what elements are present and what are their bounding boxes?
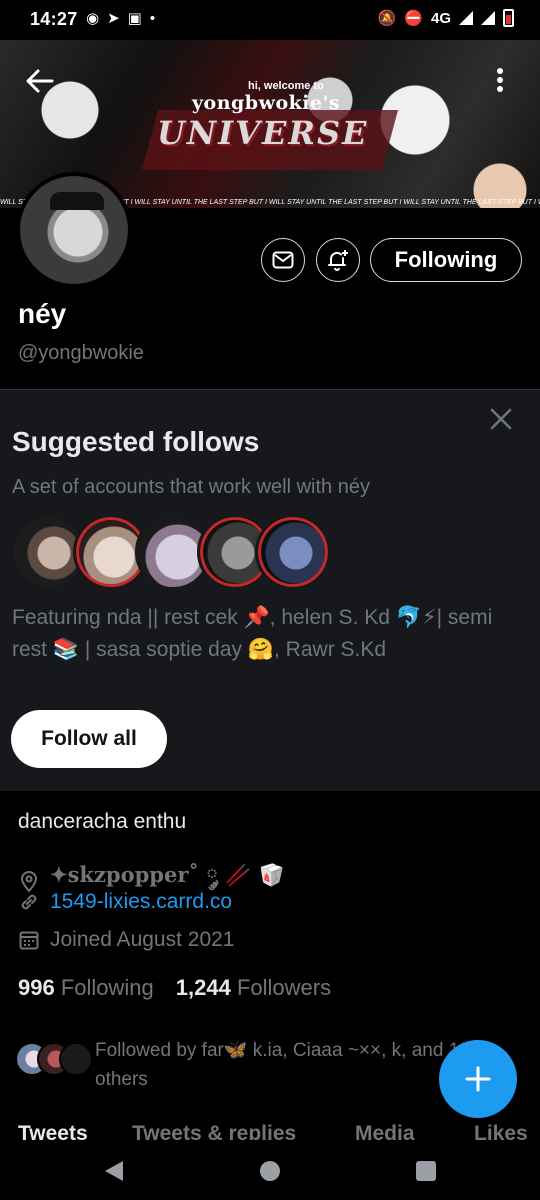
profile-bio: danceracha enthu: [18, 810, 187, 833]
dot-icon: •: [149, 9, 156, 27]
follow-all-button[interactable]: Follow all: [11, 710, 167, 768]
display-name: néy: [18, 298, 67, 329]
status-time: 14:27: [30, 9, 78, 29]
notifications-button[interactable]: [316, 238, 360, 282]
link-icon: [18, 891, 40, 913]
followers-count: 1,244: [175, 975, 231, 1000]
profile-joined: Joined August 2021: [18, 928, 235, 952]
following-label: Following: [60, 975, 154, 1000]
triangle-back-icon: [105, 1161, 123, 1181]
profile-avatar[interactable]: [16, 172, 132, 288]
whatsapp-icon: ◉: [86, 10, 100, 27]
following-count: 996: [18, 975, 55, 1000]
signal-icon-2: [481, 11, 495, 25]
more-vertical-icon: [497, 68, 503, 92]
status-notification-icons: ◉ ➤ ▣ •: [86, 9, 156, 28]
status-bar: 14:27 ◉ ➤ ▣ • 🔕 ⛔ 4G: [0, 0, 540, 40]
signal-icon: [459, 11, 473, 25]
circle-home-icon: [260, 1161, 280, 1181]
network-type: 4G: [430, 9, 451, 27]
more-options-button[interactable]: [480, 60, 520, 100]
status-system-icons: 🔕 ⛔ 4G: [378, 9, 514, 27]
compose-tweet-button[interactable]: [439, 1040, 517, 1118]
mute-icon: 🔕: [377, 10, 397, 27]
close-icon: [490, 408, 512, 430]
shopping-bag-icon: ▣: [127, 10, 142, 27]
avatar: [59, 1042, 93, 1076]
back-button[interactable]: [20, 61, 60, 101]
user-handle: @yongbwokie: [18, 342, 144, 364]
profile-website[interactable]: 1549-lixies.carrd.co: [18, 890, 232, 914]
system-navigation-bar: [0, 1140, 540, 1200]
square-recents-icon: [416, 1161, 436, 1181]
nav-home-button[interactable]: [257, 1158, 283, 1184]
nav-recents-button[interactable]: [413, 1158, 439, 1184]
arrow-left-icon: [26, 69, 54, 93]
joined-text: Joined August 2021: [50, 928, 235, 951]
battery-icon: [503, 9, 514, 27]
suggested-follows-card: Suggested follows A set of accounts that…: [0, 389, 540, 791]
suggested-title: Suggested follows: [12, 426, 260, 457]
message-button[interactable]: [261, 238, 305, 282]
envelope-icon: [272, 251, 294, 269]
plus-icon: [465, 1066, 491, 1092]
nav-back-button[interactable]: [101, 1158, 127, 1184]
suggested-featuring: Featuring nda || rest cek 📌, helen S. Kd…: [12, 606, 493, 661]
following-button[interactable]: Following: [370, 238, 522, 282]
followers-count-link[interactable]: 1,244 Followers: [176, 975, 331, 1001]
website-link[interactable]: 1549-lixies.carrd.co: [50, 890, 232, 914]
followers-label: Followers: [236, 975, 332, 1000]
telegram-icon: ➤: [107, 10, 120, 27]
banner-greeting: hi, welcome to: [248, 80, 324, 92]
suggested-avatar[interactable]: [255, 514, 331, 590]
banner-word: UNIVERSE: [157, 114, 369, 152]
banner-name: yongbwokie's: [192, 92, 341, 114]
bell-plus-icon: [328, 250, 348, 271]
follow-counts: 996 Following 1,244 Followers: [18, 975, 331, 1001]
following-count-link[interactable]: 996 Following: [18, 975, 154, 1001]
dnd-icon: ⛔: [404, 10, 423, 27]
followed-by-avatars: [15, 1042, 95, 1078]
suggested-subtitle: A set of accounts that work well with né…: [12, 476, 370, 498]
suggested-avatars[interactable]: [11, 514, 331, 590]
dismiss-suggestions-button[interactable]: [486, 404, 516, 434]
calendar-icon: [18, 929, 40, 951]
